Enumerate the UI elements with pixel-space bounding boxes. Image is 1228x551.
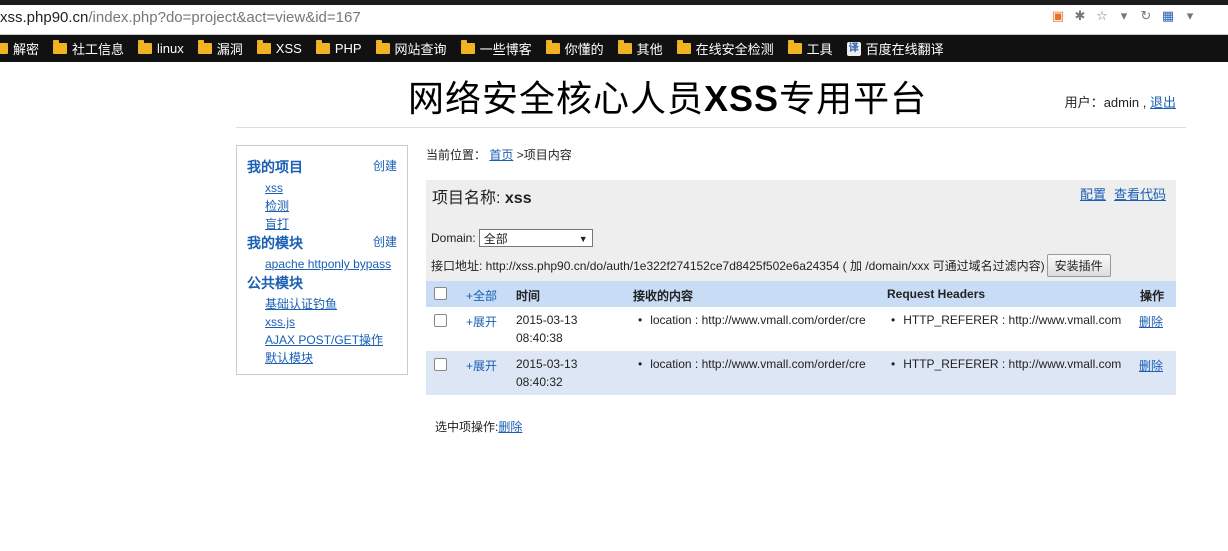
bookmark-folder[interactable]: 社工信息 xyxy=(53,39,124,58)
breadcrumb: 当前位置： 首页 >项目内容 xyxy=(426,148,572,162)
select-all-checkbox[interactable] xyxy=(434,287,447,300)
search-engine-icon[interactable]: ▦ xyxy=(1160,9,1176,25)
bookmark-link[interactable]: 译百度在线翻译 xyxy=(846,39,944,58)
row-request-header: HTTP_REFERER : http://www.vmall.com xyxy=(891,313,1121,327)
project-actions: 配置 查看代码 xyxy=(1072,184,1166,203)
row-checkbox[interactable] xyxy=(434,314,447,327)
create-module-link[interactable]: 创建 xyxy=(373,233,397,253)
my-projects-header: 我的项目 创建 xyxy=(247,157,397,177)
browser-url-bar: xss.php90.cn/index.php?do=project&act=vi… xyxy=(0,0,1228,35)
delete-row-link[interactable]: 删除 xyxy=(1139,313,1163,330)
project-panel: 项目名称: xss 配置 查看代码 Domain: 全部 ▼ 接口地址: http… xyxy=(426,180,1176,395)
search-engine-dropdown-icon[interactable]: ▾ xyxy=(1182,9,1198,25)
delete-row-link[interactable]: 删除 xyxy=(1139,357,1163,374)
expand-row-link[interactable]: +展开 xyxy=(466,357,497,374)
url-path: /index.php?do=project&act=view&id=167 xyxy=(88,9,361,26)
domain-select[interactable]: 全部 ▼ xyxy=(478,229,593,247)
address-field[interactable]: xss.php90.cn/index.php?do=project&act=vi… xyxy=(0,9,361,26)
config-link[interactable]: 配置 xyxy=(1080,187,1106,202)
create-project-link[interactable]: 创建 xyxy=(373,157,397,177)
folder-icon xyxy=(617,40,632,54)
bookmark-folder[interactable]: 在线安全检测 xyxy=(676,39,774,58)
bookmark-folder[interactable]: 你懂的 xyxy=(545,39,604,58)
sidebar-item-public-module[interactable]: 默认模块 xyxy=(237,349,407,367)
view-code-link[interactable]: 查看代码 xyxy=(1114,187,1166,202)
url-host: xss.php90.cn xyxy=(0,9,89,26)
expand-row-link[interactable]: +展开 xyxy=(466,313,497,330)
expand-all-link[interactable]: +全部 xyxy=(466,287,497,304)
row-time: 08:40:38 xyxy=(516,331,563,345)
row-time: 08:40:32 xyxy=(516,375,563,389)
bookmark-folder[interactable]: 其他 xyxy=(617,39,663,58)
refresh-icon[interactable]: ↻ xyxy=(1138,9,1154,25)
site-title: 网络安全核心人员XSS专用平台 xyxy=(408,78,928,119)
sidebar-item-public-module[interactable]: 基础认证钓鱼 xyxy=(237,295,407,313)
folder-icon xyxy=(787,40,802,54)
translate-icon: 译 xyxy=(846,41,861,56)
my-modules-header: 我的模块 创建 xyxy=(247,233,397,253)
bulk-actions: 选中项操作:删除 xyxy=(435,420,523,434)
domain-filter: Domain: 全部 ▼ xyxy=(431,229,593,247)
header-divider xyxy=(236,127,1186,128)
puzzle-icon[interactable]: ✱ xyxy=(1072,9,1088,25)
sidebar-item-project[interactable]: xss xyxy=(237,179,407,197)
folder-icon xyxy=(256,40,271,54)
bookmark-folder[interactable]: 一些博客 xyxy=(460,39,532,58)
column-header-request-headers: Request Headers xyxy=(887,287,986,301)
sidebar: 我的项目 创建 xss 检测 盲打 我的模块 创建 apache httponl… xyxy=(236,145,408,375)
chevron-down-icon[interactable]: ▾ xyxy=(1116,9,1132,25)
logout-link[interactable]: 退出 xyxy=(1150,95,1176,110)
folder-icon xyxy=(676,40,691,54)
row-content: location : http://www.vmall.com/order/cr… xyxy=(638,313,865,327)
folder-icon xyxy=(545,40,560,54)
sidebar-item-public-module[interactable]: xss.js xyxy=(237,313,407,331)
user-info: 用户：admin , 退出 xyxy=(1064,95,1176,110)
bookmark-folder[interactable]: 解密 xyxy=(0,39,39,58)
folder-icon xyxy=(460,40,475,54)
install-plugin-button[interactable]: 安装插件 xyxy=(1046,254,1111,277)
folder-icon xyxy=(53,40,68,54)
addon-icon[interactable]: ▣ xyxy=(1050,9,1066,25)
bookmarks-bar: 解密 社工信息 linux 漏洞 XSS PHP 网站查询 一些博客 你懂的 其… xyxy=(0,35,1228,62)
folder-icon xyxy=(315,40,330,54)
project-name: 项目名称: xss xyxy=(432,190,532,207)
api-address: 接口地址: http://xss.php90.cn/do/auth/1e322f… xyxy=(431,254,1111,277)
bookmark-folder[interactable]: 漏洞 xyxy=(197,39,243,58)
bulk-delete-link[interactable]: 删除 xyxy=(498,420,522,434)
window-top-border xyxy=(0,0,1228,5)
column-header-content: 接收的内容 xyxy=(633,289,694,303)
row-date: 2015-03-13 xyxy=(516,313,578,327)
breadcrumb-home-link[interactable]: 首页 xyxy=(489,148,513,162)
bookmark-folder[interactable]: 工具 xyxy=(787,39,833,58)
star-icon[interactable]: ☆ xyxy=(1094,9,1110,25)
user-name: admin xyxy=(1103,95,1140,110)
folder-icon xyxy=(138,40,153,54)
browser-toolbar-icons: ▣ ✱ ☆ ▾ ↻ ▦ ▾ xyxy=(1050,9,1198,25)
sidebar-item-module[interactable]: apache httponly bypass xyxy=(237,255,407,273)
row-date: 2015-03-13 xyxy=(516,357,578,371)
sidebar-item-project[interactable]: 检测 xyxy=(237,197,407,215)
column-header-time: 时间 xyxy=(516,289,541,303)
row-request-header: HTTP_REFERER : http://www.vmall.com xyxy=(891,357,1121,371)
public-modules-header: 公共模块 xyxy=(247,275,303,291)
bookmark-folder[interactable]: linux xyxy=(138,40,184,56)
sidebar-item-public-module[interactable]: AJAX POST/GET操作 xyxy=(237,331,407,349)
bookmark-folder[interactable]: PHP xyxy=(315,40,362,56)
column-header-action: 操作 xyxy=(1140,289,1165,303)
row-checkbox[interactable] xyxy=(434,358,447,371)
bookmark-folder[interactable]: XSS xyxy=(256,40,302,56)
row-content: location : http://www.vmall.com/order/cr… xyxy=(638,357,865,371)
table-row: +展开 2015-03-13 08:40:32 location : http:… xyxy=(426,351,1176,395)
bookmark-folder[interactable]: 网站查询 xyxy=(375,39,447,58)
sidebar-item-project[interactable]: 盲打 xyxy=(237,215,407,233)
folder-icon xyxy=(0,43,8,54)
folder-icon xyxy=(197,40,212,54)
table-header: +全部 时间 接收的内容 Request Headers 操作 xyxy=(426,281,1176,307)
folder-icon xyxy=(375,40,390,54)
chevron-down-icon: ▼ xyxy=(578,234,588,244)
table-row: +展开 2015-03-13 08:40:38 location : http:… xyxy=(426,307,1176,351)
